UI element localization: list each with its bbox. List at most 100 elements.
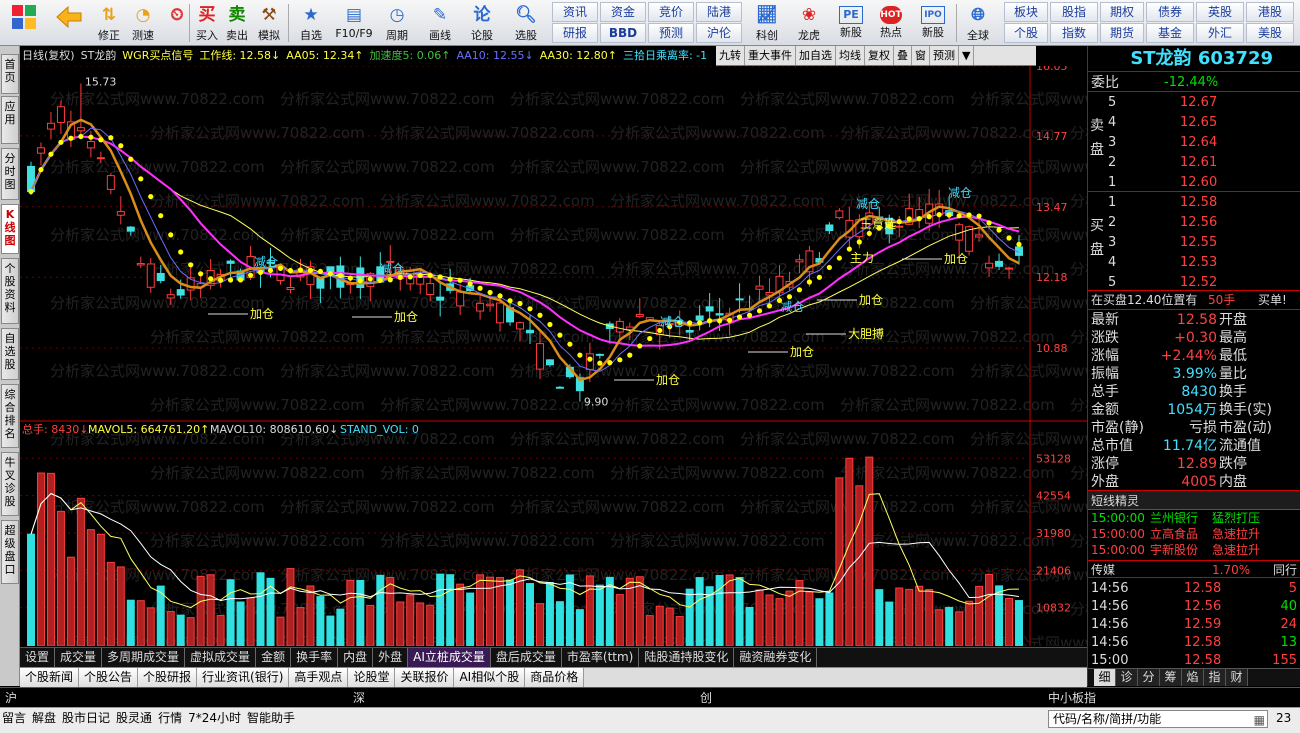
btn-forecast[interactable]: 预测 bbox=[930, 46, 959, 65]
search-box[interactable]: 代码/名称/简拼/功能 ▦ bbox=[1048, 710, 1268, 728]
info-tab[interactable]: 关联报价 bbox=[395, 668, 455, 687]
watchlist-button[interactable]: ★ 自选 bbox=[292, 2, 330, 44]
tab-watchlist[interactable]: 自选股 bbox=[1, 328, 19, 380]
tab-profile[interactable]: 个股资料 bbox=[1, 258, 19, 324]
btn-nine-turn[interactable]: 九转 bbox=[716, 46, 745, 65]
btn-window[interactable]: 窗 bbox=[912, 46, 930, 65]
link-futures[interactable]: 期货 bbox=[1100, 23, 1144, 43]
buy-button[interactable]: 买买入 bbox=[192, 2, 222, 44]
discuss-button[interactable]: 论论股 bbox=[462, 2, 502, 44]
indicator-tab[interactable]: 市盈率(ttm) bbox=[562, 648, 640, 667]
link-indexes[interactable]: 指数 bbox=[1050, 23, 1098, 43]
info-tab[interactable]: AI相似个股 bbox=[454, 668, 526, 687]
status-link[interactable]: 7*24小时 bbox=[188, 711, 241, 725]
tab-diagnose[interactable]: 牛叉诊股 bbox=[1, 452, 19, 516]
info-tab[interactable]: 个股新闻 bbox=[20, 668, 80, 687]
tick-tab[interactable]: 诊 bbox=[1116, 669, 1138, 686]
status-link[interactable]: 行情 bbox=[158, 711, 182, 725]
info-tab[interactable]: 商品价格 bbox=[525, 668, 585, 687]
correction-button[interactable]: ⇅ 修正 bbox=[92, 2, 126, 44]
tick-tab[interactable]: 细 bbox=[1094, 669, 1116, 686]
link-funds[interactable]: 资金 bbox=[600, 2, 646, 22]
zxb-index[interactable]: 中小板指 bbox=[1048, 688, 1096, 708]
link-options[interactable]: 期权 bbox=[1100, 2, 1144, 22]
indicator-tab[interactable]: 虚拟成交量 bbox=[185, 648, 257, 667]
tab-intraday[interactable]: 分时图 bbox=[1, 148, 19, 200]
link-forecast[interactable]: 预测 bbox=[648, 23, 694, 43]
link-forex[interactable]: 外汇 bbox=[1196, 23, 1244, 43]
link-hk-stocks[interactable]: 港股 bbox=[1246, 2, 1294, 22]
link-bonds[interactable]: 债券 bbox=[1146, 2, 1194, 22]
elite-title[interactable]: 短线精灵 bbox=[1088, 490, 1300, 510]
f10-button[interactable]: ▤ F10/F9 bbox=[332, 2, 376, 44]
simulate-button[interactable]: ⚒ 模拟 bbox=[252, 2, 286, 44]
indicator-tab[interactable]: 金额 bbox=[256, 648, 292, 667]
cy-index[interactable]: 创 bbox=[700, 688, 712, 708]
link-stocks[interactable]: 个股 bbox=[1004, 23, 1048, 43]
period-button[interactable]: ◷ 周期 bbox=[378, 2, 416, 44]
tick-tab[interactable]: 筹 bbox=[1160, 669, 1182, 686]
status-link[interactable]: 股市日记 bbox=[62, 711, 110, 725]
stock-picker-button[interactable]: 🔍︎ 选股 bbox=[504, 2, 548, 44]
indicator-tab[interactable]: 成交量 bbox=[55, 648, 103, 667]
status-link[interactable]: 股灵通 bbox=[116, 711, 152, 725]
link-funds-2[interactable]: 基金 bbox=[1146, 23, 1194, 43]
btn-ma[interactable]: 均线 bbox=[836, 46, 865, 65]
home-grid-button[interactable] bbox=[4, 2, 44, 44]
link-index-futures[interactable]: 股指 bbox=[1050, 2, 1098, 22]
search-input[interactable]: 代码/名称/简拼/功能 bbox=[1053, 709, 1161, 729]
tab-kline[interactable]: K线图 bbox=[1, 204, 19, 254]
btn-events[interactable]: 重大事件 bbox=[745, 46, 796, 65]
global-button[interactable]: 🌐︎ 全球 bbox=[958, 2, 998, 44]
tick-tab[interactable]: 分 bbox=[1138, 669, 1160, 686]
info-tab[interactable]: 个股公告 bbox=[79, 668, 139, 687]
status-link[interactable]: 智能助手 bbox=[247, 711, 295, 725]
elite-row[interactable]: 15:00:00 立高食品 急速拉升 bbox=[1088, 526, 1300, 542]
indicator-tab[interactable]: AI立桩成交量 bbox=[408, 648, 491, 667]
link-hulun[interactable]: 沪伦 bbox=[696, 23, 742, 43]
period-label[interactable]: 日线(复权) bbox=[22, 49, 75, 62]
chevron-down-icon[interactable]: ▼ bbox=[959, 46, 975, 65]
back-button[interactable] bbox=[52, 2, 86, 44]
link-lugang[interactable]: 陆港 bbox=[696, 2, 742, 22]
indicator-tab[interactable]: 设置 bbox=[20, 648, 56, 667]
tick-tab[interactable]: 指 bbox=[1204, 669, 1226, 686]
btn-adjust[interactable]: 复权 bbox=[865, 46, 894, 65]
tab-home[interactable]: 首页 bbox=[1, 54, 19, 94]
sh-index[interactable]: 沪 bbox=[5, 688, 17, 708]
link-bbd[interactable]: BBD bbox=[600, 23, 646, 43]
hotspot-button[interactable]: HOT 热点 bbox=[872, 2, 910, 44]
info-tab[interactable]: 论股堂 bbox=[348, 668, 396, 687]
tab-super-board[interactable]: 超级盘口 bbox=[1, 520, 19, 584]
search-icon[interactable]: ▦ bbox=[1254, 710, 1265, 730]
pe-button[interactable]: PE 新股 bbox=[832, 2, 870, 44]
link-news[interactable]: 资讯 bbox=[552, 2, 598, 22]
link-research[interactable]: 研报 bbox=[552, 23, 598, 43]
link-us-stocks[interactable]: 美股 bbox=[1246, 23, 1294, 43]
draw-line-button[interactable]: ✎ 画线 bbox=[420, 2, 460, 44]
indicator-tab[interactable]: 内盘 bbox=[338, 648, 374, 667]
status-link[interactable]: 解盘 bbox=[32, 711, 56, 725]
tab-apps[interactable]: 应用 bbox=[1, 96, 19, 144]
info-tab[interactable]: 高手观点 bbox=[289, 668, 349, 687]
link-auction[interactable]: 竞价 bbox=[648, 2, 694, 22]
tick-tab[interactable]: 焰 bbox=[1182, 669, 1204, 686]
indicator-tab[interactable]: 陆股通持股变化 bbox=[639, 648, 735, 667]
elite-row[interactable]: 15:00:00 宇新股份 急速拉升 bbox=[1088, 542, 1300, 558]
ipo-button[interactable]: IPO 新股 bbox=[914, 2, 952, 44]
dragon-tiger-button[interactable]: ❀ 龙虎 bbox=[790, 2, 828, 44]
sz-index[interactable]: 深 bbox=[353, 688, 365, 708]
indicator-tab[interactable]: 盘后成交量 bbox=[491, 648, 562, 667]
elite-row[interactable]: 15:00:00 兰州银行 猛烈打压 bbox=[1088, 510, 1300, 526]
info-tab[interactable]: 个股研报 bbox=[138, 668, 198, 687]
link-sector[interactable]: 板块 bbox=[1004, 2, 1048, 22]
indicator-tab[interactable]: 外盘 bbox=[373, 648, 409, 667]
info-tab[interactable]: 行业资讯(银行) bbox=[197, 668, 290, 687]
indicator-tab[interactable]: 融资融券变化 bbox=[734, 648, 818, 667]
speed-test-button[interactable]: ◔ 测速 bbox=[126, 2, 160, 44]
tick-tab[interactable]: 财 bbox=[1226, 669, 1248, 686]
link-uk-stocks[interactable]: 英股 bbox=[1196, 2, 1244, 22]
btn-overlay[interactable]: 叠 bbox=[894, 46, 912, 65]
indicator-tab[interactable]: 多周期成交量 bbox=[102, 648, 186, 667]
tab-ranking[interactable]: 综合排名 bbox=[1, 384, 19, 448]
